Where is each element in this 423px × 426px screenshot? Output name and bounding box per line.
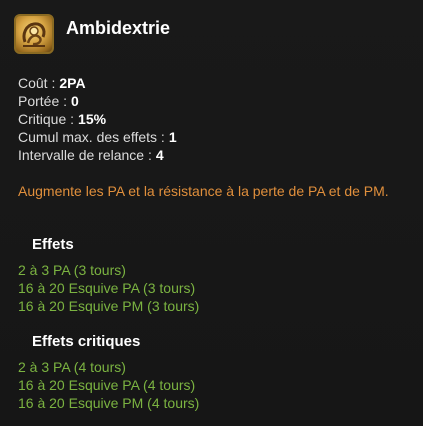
effects-list: 2 à 3 PA (3 tours) 16 à 20 Esquive PA (3…	[18, 261, 199, 315]
critical-effects-list: 2 à 3 PA (4 tours) 16 à 20 Esquive PA (4…	[18, 358, 199, 412]
stat-label: Portée :	[18, 93, 68, 109]
stat-label: Cumul max. des effets :	[18, 129, 165, 145]
spell-stats: Coût :2PA Portée :0 Critique :15% Cumul …	[18, 74, 177, 164]
stat-label: Intervalle de relance :	[18, 147, 152, 163]
stat-critical: Critique :15%	[18, 110, 177, 128]
spell-header: Ambidextrie	[14, 13, 170, 55]
critical-effect-item: 2 à 3 PA (4 tours)	[18, 359, 126, 375]
stat-label: Coût :	[18, 75, 56, 91]
effects-title: Effets	[32, 236, 74, 253]
stat-range: Portée :0	[18, 92, 177, 110]
effect-item: 16 à 20 Esquive PA (3 tours)	[18, 280, 196, 296]
stat-value: 1	[168, 129, 177, 145]
stat-max-stack: Cumul max. des effets :1	[18, 128, 177, 146]
critical-effect-item: 16 à 20 Esquive PA (4 tours)	[18, 377, 196, 393]
stat-value: 15%	[78, 111, 107, 127]
critical-effect-item: 16 à 20 Esquive PM (4 tours)	[18, 395, 200, 411]
stat-label: Critique :	[18, 111, 75, 127]
spell-name: Ambidextrie	[66, 17, 171, 38]
effect-item: 2 à 3 PA (3 tours)	[18, 262, 126, 278]
ambidextry-spell-icon	[14, 14, 54, 54]
effect-item: 16 à 20 Esquive PM (3 tours)	[18, 298, 200, 314]
stat-value: 0	[71, 93, 79, 109]
stat-value: 2PA	[59, 75, 86, 91]
stat-cost: Coût :2PA	[18, 74, 177, 92]
spell-description: Augmente les PA et la résistance à la pe…	[18, 183, 389, 199]
stat-value: 4	[155, 147, 164, 163]
stat-cooldown: Intervalle de relance :4	[18, 146, 177, 164]
critical-effects-title: Effets critiques	[32, 333, 141, 350]
spell-tooltip: Ambidextrie Coût :2PA Portée :0 Critique…	[0, 0, 423, 426]
